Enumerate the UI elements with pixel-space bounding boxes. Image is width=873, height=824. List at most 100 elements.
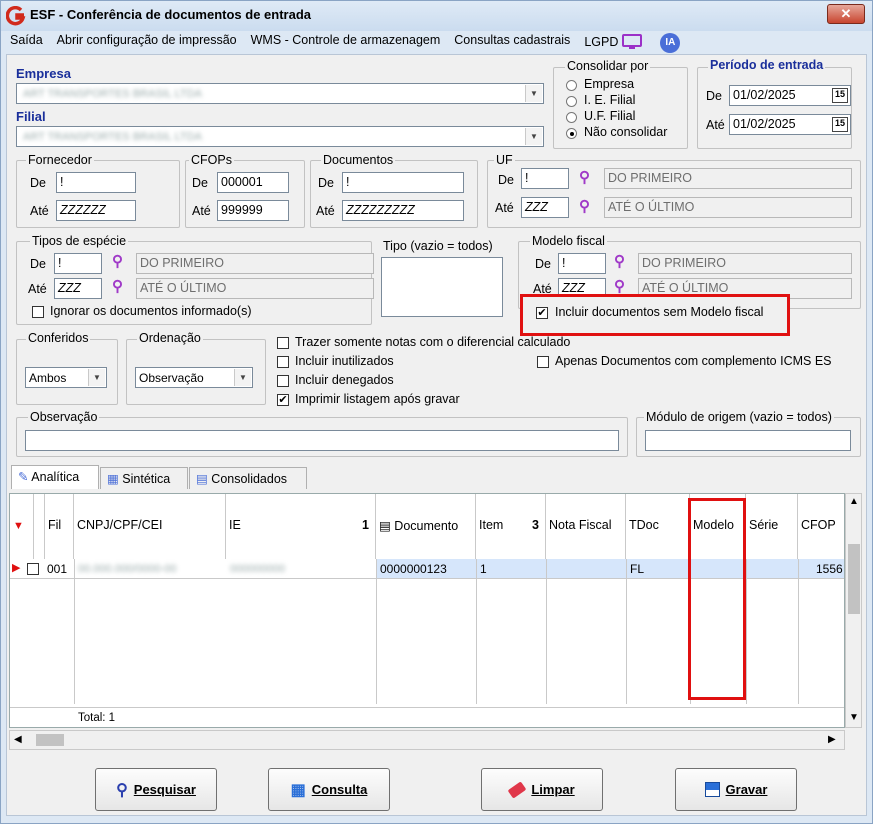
hscroll-thumb[interactable] xyxy=(36,734,64,746)
gravar-button[interactable]: Gravar xyxy=(675,768,797,811)
limpar-button[interactable]: Limpar xyxy=(481,768,603,811)
ignorar-checkbox[interactable] xyxy=(32,306,44,318)
col-documento[interactable]: ▤ Documento xyxy=(376,494,476,559)
consulta-button[interactable]: ▦ Consulta xyxy=(268,768,390,811)
cfops-ate-label: Até xyxy=(192,204,211,218)
tab-analitica[interactable]: ✎ Analítica xyxy=(11,465,99,489)
menu-consultas[interactable]: Consultas cadastrais xyxy=(454,33,570,51)
modelo-fiscal-label: Modelo fiscal xyxy=(530,234,607,248)
search-icon[interactable]: ⚲ xyxy=(579,197,590,215)
horizontal-scrollbar[interactable]: ◀ ▶ xyxy=(9,730,845,750)
notes-icon: ▤ xyxy=(196,472,208,486)
grid-line xyxy=(74,559,75,704)
tipo-label: Tipo (vazio = todos) xyxy=(381,239,495,253)
uf-ate-input[interactable]: ZZZ xyxy=(521,197,569,218)
periodo-de-label: De xyxy=(706,89,722,103)
row-pointer-icon: ▶ xyxy=(12,562,21,574)
chevron-down-icon: ▼ xyxy=(88,369,105,386)
search-icon[interactable]: ⚲ xyxy=(614,252,625,270)
col-ie-label: IE xyxy=(229,518,241,532)
radio-nao-consolidar[interactable] xyxy=(566,128,577,139)
menu-lgpd-label: LGPD xyxy=(584,35,619,49)
chevron-down-icon: ▼ xyxy=(234,369,251,386)
incluir-sem-modelo-checkbox[interactable]: ✔ xyxy=(536,307,548,319)
ordenacao-select[interactable]: Observação ▼ xyxy=(135,367,253,388)
tipos-especie-label: Tipos de espécie xyxy=(30,234,129,248)
cfops-ate-input[interactable]: 999999 xyxy=(217,200,289,221)
scroll-left-icon[interactable]: ◀ xyxy=(14,734,22,745)
menu-ia[interactable]: IA xyxy=(660,33,681,53)
denegados-checkbox[interactable] xyxy=(277,375,289,387)
menu-abrir-config[interactable]: Abrir configuração de impressão xyxy=(57,33,237,51)
col-item-label: Item xyxy=(479,518,504,532)
search-icon[interactable]: ⚲ xyxy=(112,277,123,295)
scroll-up-icon[interactable]: ▲ xyxy=(849,496,859,507)
col-nota-fiscal[interactable]: Nota Fiscal xyxy=(546,494,626,559)
sort-order-ie: 1 xyxy=(362,518,369,532)
imprimir-checkbox[interactable]: ✔ xyxy=(277,394,289,406)
grid-line xyxy=(626,559,627,704)
scroll-thumb[interactable] xyxy=(848,544,860,614)
apenas-icms-checkbox[interactable] xyxy=(537,356,549,368)
col-tdoc[interactable]: TDoc xyxy=(626,494,690,559)
menu-wms[interactable]: WMS - Controle de armazenagem xyxy=(251,33,441,51)
grid-line xyxy=(476,559,477,704)
radio-uf-filial[interactable] xyxy=(566,112,577,123)
documentos-ate-input[interactable]: ZZZZZZZZZ xyxy=(342,200,464,221)
inutilizados-checkbox[interactable] xyxy=(277,356,289,368)
col-item[interactable]: Item 3 xyxy=(476,494,546,559)
modulo-origem-input[interactable] xyxy=(645,430,851,451)
observacao-input[interactable] xyxy=(25,430,619,451)
filial-select[interactable]: ART TRANSPORTES BRASIL LTDA ▼ xyxy=(16,126,544,147)
tab-sintetica[interactable]: ▦ Sintética xyxy=(100,467,188,489)
observacao-label: Observação xyxy=(28,410,100,424)
close-button[interactable]: ✕ xyxy=(827,4,865,24)
col-cfop[interactable]: CFOP xyxy=(798,494,844,559)
fornecedor-ate-input[interactable]: ZZZZZZ xyxy=(56,200,136,221)
grid-footer: Total: 1 xyxy=(10,707,844,727)
menu-bar: Saída Abrir configuração de impressão WM… xyxy=(10,33,681,53)
scroll-right-icon[interactable]: ▶ xyxy=(828,734,836,745)
documentos-de-input[interactable]: ! xyxy=(342,172,464,193)
search-icon[interactable]: ⚲ xyxy=(614,277,625,295)
pesquisar-label: Pesquisar xyxy=(133,782,196,797)
menu-saida[interactable]: Saída xyxy=(10,33,43,51)
tab-consolidados[interactable]: ▤ Consolidados xyxy=(189,467,307,489)
calendar-icon[interactable]: 15 xyxy=(832,117,848,132)
col-ie[interactable]: IE 1 xyxy=(226,494,376,559)
menu-lgpd[interactable]: LGPD xyxy=(584,33,643,51)
cell-ie: 000000000 xyxy=(230,563,286,575)
monitor-icon xyxy=(622,34,643,49)
calendar-icon[interactable]: 15 xyxy=(832,88,848,103)
radio-ie-filial-label: I. E. Filial xyxy=(584,93,636,107)
cfops-de-input[interactable]: 000001 xyxy=(217,172,289,193)
col-cnpj[interactable]: CNPJ/CPF/CEI xyxy=(74,494,226,559)
col-fil[interactable]: Fil xyxy=(45,494,74,559)
vertical-scrollbar[interactable]: ▲ ▼ xyxy=(845,493,862,728)
search-icon[interactable]: ⚲ xyxy=(112,252,123,270)
radio-ie-filial[interactable] xyxy=(566,96,577,107)
pesquisar-button[interactable]: ⚲ Pesquisar xyxy=(95,768,217,811)
search-icon[interactable]: ⚲ xyxy=(579,168,590,186)
periodo-ate-value: 01/02/2025 xyxy=(733,117,796,131)
empresa-select[interactable]: ART TRANSPORTES BRASIL LTDA ▼ xyxy=(16,83,544,104)
uf-de-label: De xyxy=(498,173,514,187)
tipos-de-input[interactable]: ! xyxy=(54,253,102,274)
tipos-de-label: De xyxy=(30,257,46,271)
highlight-modelo-column xyxy=(688,498,746,700)
scroll-down-icon[interactable]: ▼ xyxy=(849,712,859,723)
conferidos-select[interactable]: Ambos ▼ xyxy=(25,367,107,388)
tipo-list[interactable] xyxy=(381,257,503,317)
trazer-checkbox[interactable] xyxy=(277,337,289,349)
row-checkbox[interactable] xyxy=(27,563,39,575)
fornecedor-de-input[interactable]: ! xyxy=(56,172,136,193)
uf-de-input[interactable]: ! xyxy=(521,168,569,189)
modelo-de-desc: DO PRIMEIRO xyxy=(638,253,852,274)
empresa-label: Empresa xyxy=(16,66,71,81)
radio-empresa[interactable] xyxy=(566,80,577,91)
tipos-ate-input[interactable]: ZZZ xyxy=(54,278,102,299)
modelo-de-input[interactable]: ! xyxy=(558,253,606,274)
tipos-ate-desc: ATÉ O ÚLTIMO xyxy=(136,278,374,299)
tab-analitica-label: Analítica xyxy=(31,470,80,484)
col-serie[interactable]: Série xyxy=(746,494,798,559)
